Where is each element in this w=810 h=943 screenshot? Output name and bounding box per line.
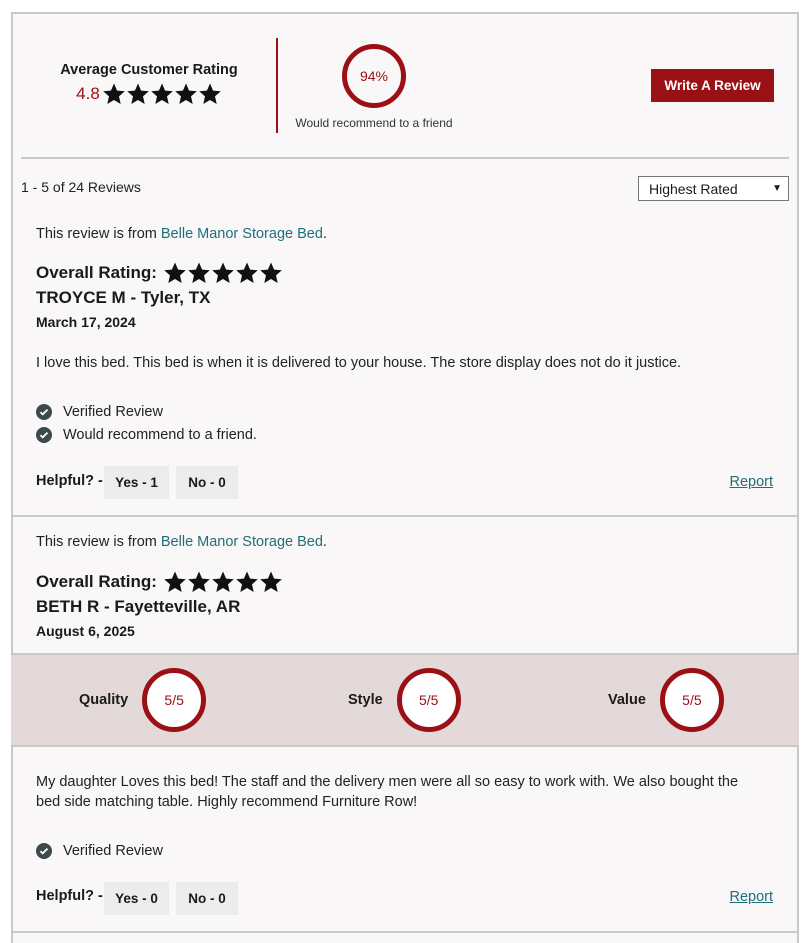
verified-review-row: Verified Review [36, 404, 163, 420]
style-rating: Style 5/5 [348, 668, 461, 732]
check-circle-icon [36, 843, 52, 859]
review-stars [163, 261, 283, 285]
quality-rating: Quality 5/5 [79, 668, 207, 732]
average-rating-block: Average Customer Rating 4.8 [59, 62, 239, 106]
star-icon [163, 570, 187, 594]
review-stars [163, 570, 283, 594]
star-icon [126, 82, 150, 106]
chevron-down-icon: ▼ [772, 183, 782, 194]
overall-rating-label: Overall Rating: [36, 263, 157, 282]
review-text: My daughter Loves this bed! The staff an… [36, 774, 739, 810]
write-review-button[interactable]: Write A Review [651, 69, 774, 102]
overall-rating-label: Overall Rating: [36, 572, 157, 591]
review-separator [13, 931, 797, 933]
star-icon [187, 570, 211, 594]
star-icon [198, 82, 222, 106]
star-icon [211, 570, 235, 594]
helpful-no-button[interactable]: No - 0 [176, 882, 238, 915]
review-source-suffix: . [322, 226, 327, 242]
style-rating-ring: 5/5 [396, 668, 461, 732]
recommend-row: Would recommend to a friend. [36, 427, 257, 443]
overall-rating: Overall Rating: [36, 261, 283, 285]
review-source-prefix: This review is from [36, 226, 161, 242]
star-icon [150, 82, 174, 106]
overall-rating: Overall Rating: [36, 570, 283, 594]
star-icon [235, 261, 259, 285]
value-rating-label: Value [608, 692, 646, 708]
value-rating: Value 5/5 [608, 668, 724, 732]
quality-rating-ring: 5/5 [142, 668, 207, 732]
review-source: This review is from Belle Manor Storage … [36, 226, 327, 242]
star-icon [259, 570, 283, 594]
helpful-label: Helpful? - [36, 473, 103, 489]
helpful-no-button[interactable]: No - 0 [176, 466, 238, 499]
check-circle-icon [36, 404, 52, 420]
helpful-yes-button[interactable]: Yes - 0 [104, 882, 169, 915]
review-author: TROYCE M - Tyler, TX [36, 288, 211, 307]
product-link[interactable]: Belle Manor Storage Bed [161, 534, 323, 550]
quality-rating-label: Quality [79, 692, 129, 708]
check-circle-icon [36, 427, 52, 443]
summary-divider-line [21, 157, 789, 159]
verified-review-row: Verified Review [36, 843, 163, 859]
report-link[interactable]: Report [729, 474, 773, 490]
recommend-label: Would recommend to a friend [295, 116, 453, 130]
average-rating-value: 4.8 [76, 84, 100, 103]
report-link[interactable]: Report [729, 889, 773, 905]
rating-summary: Average Customer Rating 4.8 94% Would re… [13, 14, 797, 160]
sort-select[interactable]: Highest Rated ▼ [638, 176, 789, 201]
quality-rating-value: 5/5 [164, 692, 184, 708]
average-rating-label: Average Customer Rating [60, 62, 238, 78]
verified-review-label: Verified Review [63, 404, 163, 420]
review-count: 1 - 5 of 24 Reviews [21, 179, 141, 195]
style-rating-label: Style [348, 692, 383, 708]
recommend-percent: 94% [359, 68, 389, 84]
review-author: BETH R - Fayetteville, AR [36, 597, 241, 616]
recommend-block: 94% Would recommend to a friend [289, 44, 459, 130]
review-date: March 17, 2024 [36, 314, 136, 330]
average-stars [102, 82, 222, 106]
verified-review-label: Verified Review [63, 843, 163, 859]
value-rating-value: 5/5 [682, 692, 702, 708]
reviews-panel: Average Customer Rating 4.8 94% Would re… [11, 12, 799, 943]
review-source: This review is from Belle Manor Storage … [36, 534, 327, 550]
helpful-yes-button[interactable]: Yes - 1 [104, 466, 169, 499]
star-icon [163, 261, 187, 285]
summary-divider [276, 38, 278, 133]
star-icon [211, 261, 235, 285]
star-icon [102, 82, 126, 106]
recommend-percent-ring: 94% [342, 44, 406, 108]
review-source-suffix: . [322, 534, 327, 550]
review-separator [13, 515, 797, 517]
sort-selected-value: Highest Rated [649, 180, 738, 197]
value-rating-ring: 5/5 [659, 668, 724, 732]
helpful-label: Helpful? - [36, 888, 103, 904]
recommend-friend-label: Would recommend to a friend. [63, 427, 257, 443]
style-rating-value: 5/5 [418, 692, 439, 708]
star-icon [187, 261, 211, 285]
sub-ratings-band: Quality 5/5 Style 5/5 Value 5/5 [11, 653, 799, 747]
review-source-prefix: This review is from [36, 534, 161, 550]
review-text: I love this bed. This bed is when it is … [36, 355, 682, 371]
star-icon [259, 261, 283, 285]
review-date: August 6, 2025 [36, 623, 135, 639]
star-icon [235, 570, 259, 594]
product-link[interactable]: Belle Manor Storage Bed [161, 226, 323, 242]
star-icon [174, 82, 198, 106]
